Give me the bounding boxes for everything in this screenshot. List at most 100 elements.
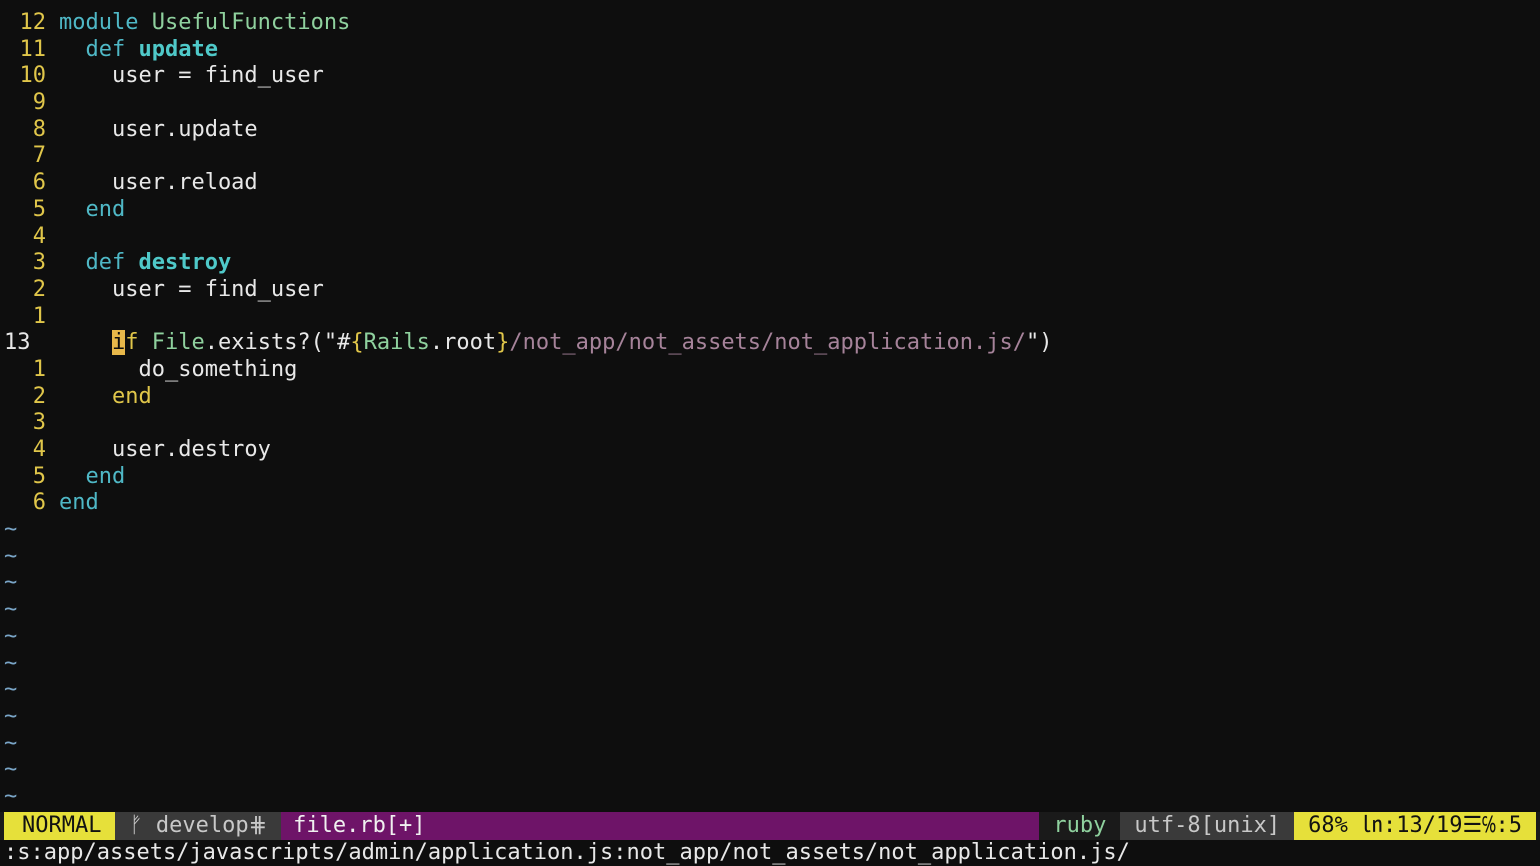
code-line[interactable]: 1 do_something bbox=[0, 357, 1540, 384]
tilde-marker: ~ bbox=[4, 570, 18, 596]
mode-indicator: NORMAL bbox=[4, 812, 116, 840]
line-number: 5 bbox=[32, 463, 46, 489]
code-token: module bbox=[59, 10, 152, 35]
code-token: ") bbox=[1025, 330, 1053, 356]
code-line[interactable]: 12 module UsefulFunctions bbox=[0, 10, 1540, 37]
line-number: 4 bbox=[32, 223, 46, 249]
tilde-marker: ~ bbox=[4, 597, 18, 623]
code-token: { bbox=[350, 330, 364, 356]
code-line[interactable]: 2 user = find_user bbox=[0, 277, 1540, 304]
line-number: 3 bbox=[32, 250, 46, 276]
code-token: user.reload bbox=[59, 170, 258, 196]
line-number: 10 bbox=[19, 63, 47, 89]
code-token: } bbox=[496, 330, 510, 356]
line-number: 9 bbox=[32, 90, 46, 116]
code-line[interactable]: 5 end bbox=[0, 464, 1540, 491]
code-token: .root bbox=[429, 330, 497, 356]
code-token: UsefulFunctions bbox=[151, 10, 351, 35]
code-token: /not_app/not_assets/not_application.js/ bbox=[509, 330, 1026, 356]
line-number: 12 bbox=[19, 10, 47, 35]
current-code-line[interactable]: 13 if File.exists?("#{Rails.root}/not_ap… bbox=[0, 330, 1540, 357]
empty-buffer-line: ~ bbox=[0, 597, 1540, 624]
tilde-marker: ~ bbox=[4, 650, 18, 676]
code-line[interactable]: 9 bbox=[0, 90, 1540, 117]
code-token: user.destroy bbox=[59, 437, 271, 462]
code-line[interactable]: 6 user.reload bbox=[0, 170, 1540, 197]
empty-buffer-line: ~ bbox=[0, 704, 1540, 731]
code-token: f bbox=[125, 330, 152, 356]
code-token: File bbox=[151, 330, 205, 356]
empty-buffer-line: ~ bbox=[0, 624, 1540, 651]
line-number: 4 bbox=[32, 437, 46, 462]
code-line[interactable]: 5 end bbox=[0, 197, 1540, 224]
file-encoding: utf-8[unix] bbox=[1120, 812, 1295, 840]
line-number: 13 bbox=[4, 330, 31, 356]
code-token: user = find_user bbox=[59, 276, 324, 302]
editor-buffer[interactable]: 12 module UsefulFunctions 11 def update 10 … bbox=[0, 10, 1540, 811]
code-token: def bbox=[85, 250, 139, 276]
file-name: file.rb[+] bbox=[281, 812, 1040, 840]
empty-buffer-line: ~ bbox=[0, 731, 1540, 758]
code-token: end bbox=[59, 490, 99, 516]
code-token: end bbox=[85, 196, 126, 222]
line-number: 7 bbox=[32, 143, 46, 169]
line-number: 2 bbox=[32, 276, 46, 302]
code-token: Rails bbox=[363, 330, 430, 356]
code-line[interactable]: 2 end bbox=[0, 384, 1540, 411]
empty-buffer-line: ~ bbox=[0, 757, 1540, 784]
code-line[interactable]: 3 def destroy bbox=[0, 250, 1540, 277]
code-line[interactable]: 1 bbox=[0, 304, 1540, 331]
code-token: user.update bbox=[59, 116, 258, 142]
code-line[interactable]: 3 bbox=[0, 410, 1540, 437]
file-type: ruby bbox=[1039, 812, 1121, 840]
tilde-marker: ~ bbox=[4, 517, 18, 543]
text-cursor: i bbox=[111, 330, 126, 356]
git-branch: ᚠ develop⋕ bbox=[115, 812, 282, 840]
code-token: update bbox=[138, 36, 218, 62]
line-number: 1 bbox=[32, 356, 46, 382]
tilde-marker: ~ bbox=[4, 677, 18, 703]
code-token: end bbox=[111, 383, 152, 409]
line-number: 5 bbox=[32, 196, 46, 222]
tilde-marker: ~ bbox=[4, 730, 18, 756]
code-line[interactable]: 11 def update bbox=[0, 37, 1540, 64]
line-number: 8 bbox=[32, 116, 46, 142]
code-token: end bbox=[85, 463, 126, 489]
empty-buffer-line: ~ bbox=[0, 677, 1540, 704]
empty-buffer-line: ~ bbox=[0, 651, 1540, 678]
tilde-marker: ~ bbox=[4, 543, 18, 569]
line-number: 3 bbox=[32, 410, 46, 436]
command-line[interactable]: :s:app/assets/javascripts/admin/applicat… bbox=[0, 840, 1540, 866]
cursor-position: 68% ㏑:13/19☰℅:5 bbox=[1294, 812, 1536, 840]
line-number: 6 bbox=[32, 170, 46, 196]
line-number: 11 bbox=[19, 36, 47, 62]
line-number: 2 bbox=[32, 383, 46, 409]
status-line: NORMAL ᚠ develop⋕ file.rb[+] ruby utf-8[… bbox=[0, 812, 1540, 840]
empty-buffer-line: ~ bbox=[0, 784, 1540, 811]
code-line[interactable]: 4 bbox=[0, 224, 1540, 251]
empty-buffer-line: ~ bbox=[0, 570, 1540, 597]
line-number: 1 bbox=[32, 303, 46, 329]
code-token: do_something bbox=[59, 356, 298, 382]
empty-buffer-line: ~ bbox=[0, 544, 1540, 571]
tilde-marker: ~ bbox=[4, 783, 18, 809]
code-line[interactable]: 4 user.destroy bbox=[0, 437, 1540, 464]
tilde-marker: ~ bbox=[4, 703, 18, 729]
code-token: user = find_user bbox=[59, 63, 324, 89]
empty-buffer-line: ~ bbox=[0, 517, 1540, 544]
code-line[interactable]: 8 user.update bbox=[0, 117, 1540, 144]
code-line[interactable]: 7 bbox=[0, 143, 1540, 170]
tilde-marker: ~ bbox=[4, 757, 18, 783]
code-line[interactable]: 6 end bbox=[0, 490, 1540, 517]
tilde-marker: ~ bbox=[4, 623, 18, 649]
code-token: def bbox=[85, 36, 139, 62]
code-token: destroy bbox=[138, 250, 232, 276]
code-line[interactable]: 10 user = find_user bbox=[0, 63, 1540, 90]
code-token: .exists?("# bbox=[204, 330, 351, 356]
